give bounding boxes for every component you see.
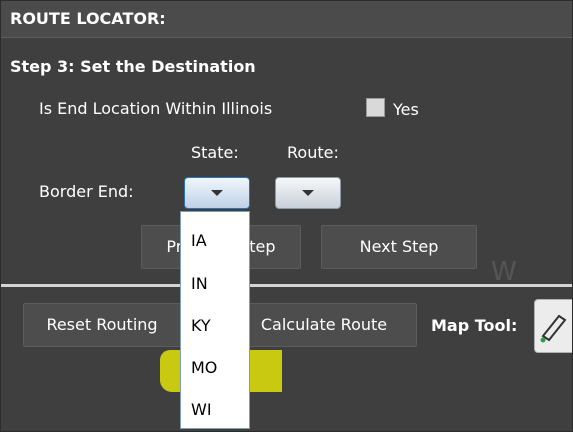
reset-routing-button[interactable]: Reset Routing [23,303,181,347]
state-option-mo[interactable]: MO [191,358,217,377]
next-step-button[interactable]: Next Step [321,225,477,269]
illinois-checkbox[interactable] [366,98,385,117]
state-dropdown-list[interactable]: IA IN KY MO WI [180,211,250,429]
panel-title: ROUTE LOCATOR: [10,9,166,28]
map-tool-button[interactable] [534,299,572,353]
end-location-question: Is End Location Within Illinois [39,99,273,118]
state-option-in[interactable]: IN [191,274,208,293]
state-column-label: State: [191,143,239,162]
state-option-ky[interactable]: KY [191,316,211,335]
border-end-label: Border End: [39,182,134,201]
map-watermark: W [491,257,517,287]
pencil-icon [540,314,567,343]
chevron-down-icon [302,190,314,196]
state-dropdown[interactable] [184,177,250,209]
step-title: Step 3: Set the Destination [10,57,256,76]
section-divider [1,284,572,287]
map-tool-label: Map Tool: [431,316,518,335]
chevron-down-icon [211,190,223,196]
state-option-ia[interactable]: IA [191,231,207,250]
route-locator-panel: ROUTE LOCATOR: Step 3: Set the Destinati… [0,0,573,432]
route-dropdown[interactable] [275,177,341,209]
route-column-label: Route: [287,143,339,162]
illinois-checkbox-label: Yes [393,100,419,119]
calculate-route-button[interactable]: Calculate Route [231,303,417,347]
state-option-wi[interactable]: WI [191,400,212,419]
